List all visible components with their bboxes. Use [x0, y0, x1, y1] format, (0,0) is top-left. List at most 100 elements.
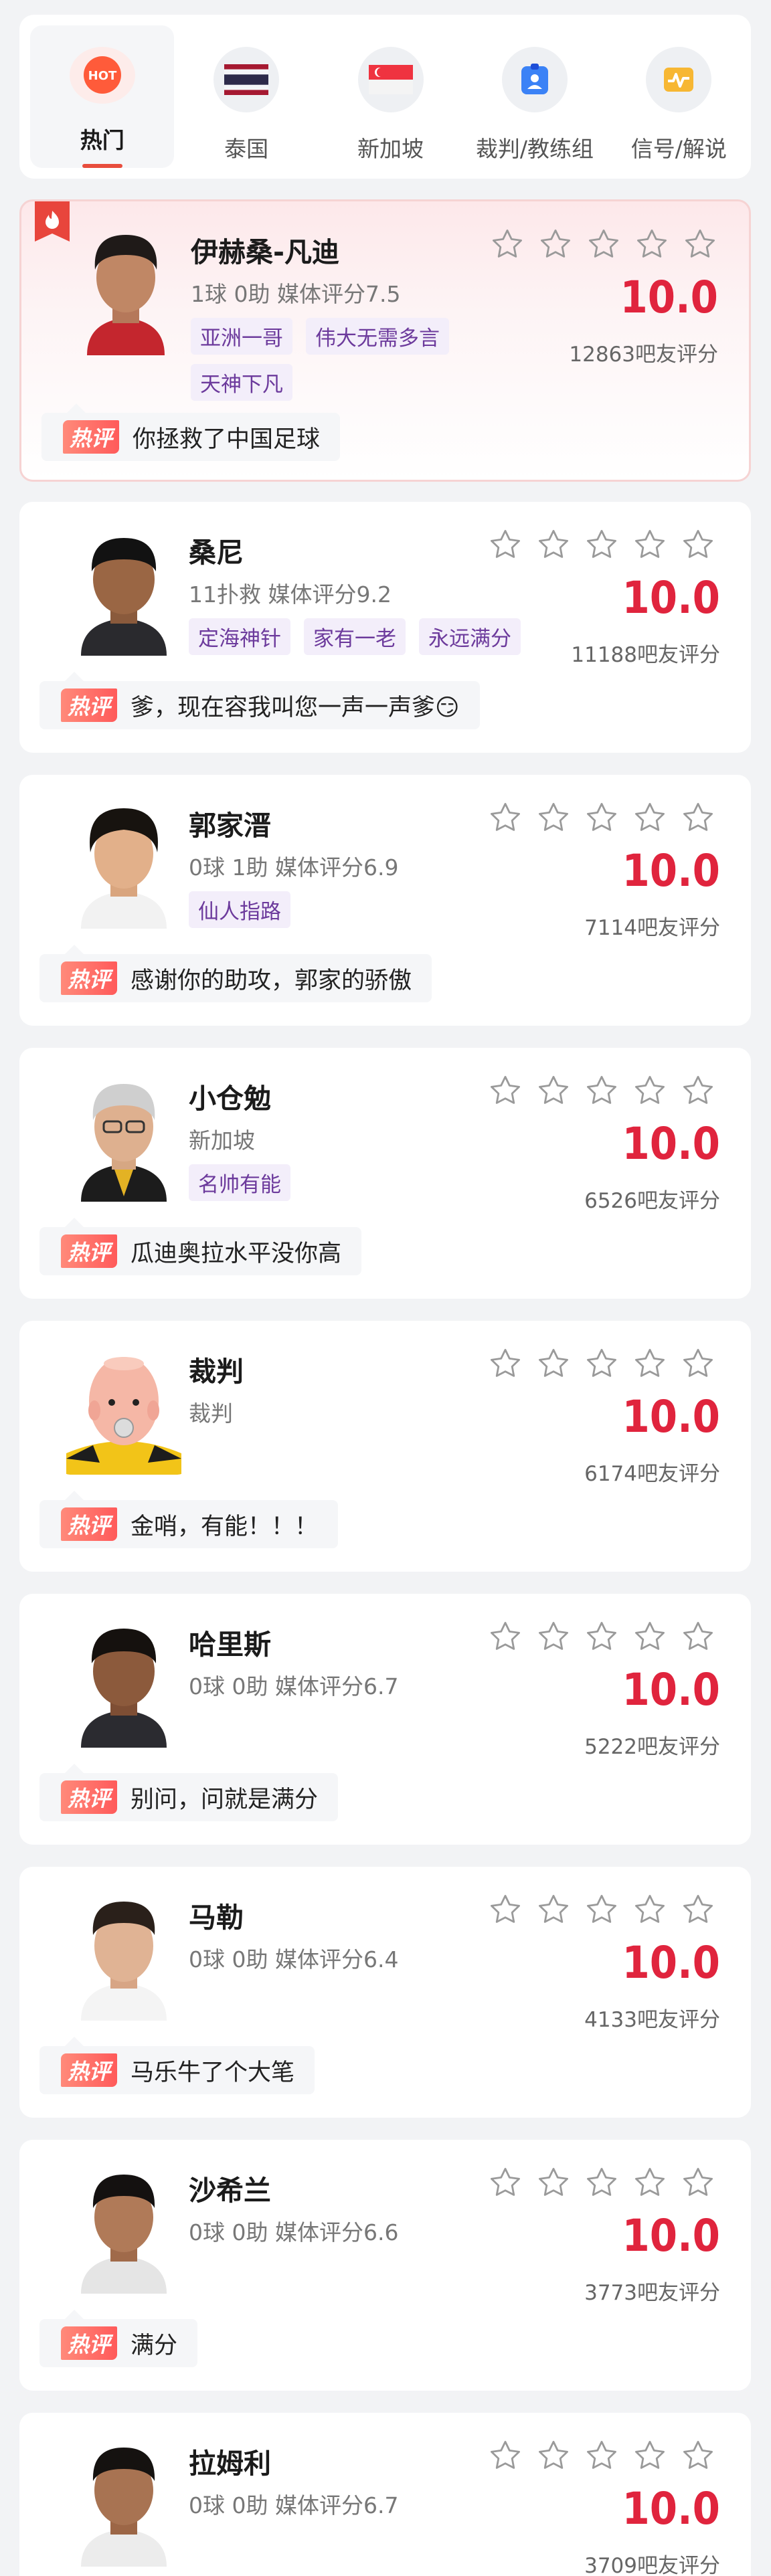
star-icon[interactable] — [488, 2165, 523, 2200]
star-icon[interactable] — [536, 1073, 571, 1108]
star-icon[interactable] — [488, 1073, 523, 1108]
referee-role: 裁判 — [189, 1400, 233, 1427]
star-icon[interactable] — [536, 1619, 571, 1654]
hot-comment-label: 热评 — [61, 2053, 118, 2087]
player-card[interactable]: 小仓勉 新加坡 名帅有能 10.0 6526吧友评分 热评 瓜迪奥拉水平没你高 — [19, 1048, 751, 1299]
star-icon[interactable] — [632, 1892, 667, 1927]
player-card[interactable]: 拉姆利 0球 0助 媒体评分6.7 10.0 3709吧友评分 — [19, 2413, 751, 2576]
star-icon[interactable] — [681, 2438, 715, 2473]
star-icon[interactable] — [584, 1073, 619, 1108]
signal-icon — [646, 47, 712, 112]
hot-comment[interactable]: 热评 金哨，有能！！！ — [39, 1491, 339, 1548]
star-icon[interactable] — [490, 227, 525, 262]
star-icon[interactable] — [632, 800, 667, 835]
hot-icon: HOT — [69, 47, 135, 104]
rating-stars[interactable] — [488, 1073, 715, 1108]
star-icon[interactable] — [681, 800, 715, 835]
rating-stars[interactable] — [488, 800, 715, 835]
voter-count: 6526吧友评分 — [584, 1189, 720, 1213]
star-icon[interactable] — [681, 1073, 715, 1108]
player-stats: 0球 0助 媒体评分6.6 — [189, 2219, 399, 2245]
star-icon[interactable] — [584, 2165, 619, 2200]
tab-thailand[interactable]: 泰国 — [174, 15, 318, 179]
rating-stars[interactable] — [488, 527, 715, 562]
star-icon[interactable] — [632, 527, 667, 562]
player-card[interactable]: 郭家溍 0球 1助 媒体评分6.9 仙人指路 10.0 7114吧友评分 热评 … — [19, 775, 751, 1026]
star-icon[interactable] — [584, 2438, 619, 2473]
hot-comment[interactable]: 热评 瓜迪奥拉水平没你高 — [39, 1218, 362, 1275]
star-icon[interactable] — [634, 227, 669, 262]
rating-stars[interactable] — [488, 2438, 715, 2473]
rating-stars[interactable] — [488, 2165, 715, 2200]
star-icon[interactable] — [683, 227, 717, 262]
star-icon[interactable] — [584, 800, 619, 835]
player-stats: 0球 0助 媒体评分6.7 — [189, 1673, 399, 1699]
player-card[interactable]: 伊赫桑-凡迪 1球 0助 媒体评分7.5 亚洲一哥 伟大无需多言 天神下凡 10… — [19, 199, 751, 482]
rating-stars[interactable] — [488, 1346, 715, 1381]
player-score: 10.0 — [622, 572, 720, 624]
hot-comment[interactable]: 热评 爹，现在容我叫您一声一声爹😏 — [39, 672, 480, 729]
player-avatar — [58, 522, 189, 656]
player-score: 10.0 — [622, 1391, 720, 1443]
referee-name: 裁判 — [189, 1356, 244, 1388]
star-icon[interactable] — [632, 1073, 667, 1108]
star-icon[interactable] — [538, 227, 573, 262]
referee-avatar — [58, 1341, 189, 1475]
star-icon[interactable] — [488, 1346, 523, 1381]
rating-stars[interactable] — [488, 1892, 715, 1927]
player-avatar — [58, 795, 189, 929]
star-icon[interactable] — [488, 2438, 523, 2473]
player-card[interactable]: 桑尼 11扑救 媒体评分9.2 定海神针 家有一老 永远满分 10.0 1118… — [19, 502, 751, 753]
player-tags: 定海神针 家有一老 永远满分 — [189, 618, 564, 655]
star-icon[interactable] — [536, 2165, 571, 2200]
star-icon[interactable] — [584, 1892, 619, 1927]
tab-signal-commentary[interactable]: 信号/解说 — [607, 15, 751, 179]
star-icon[interactable] — [536, 1346, 571, 1381]
rating-stars[interactable] — [488, 1619, 715, 1654]
star-icon[interactable] — [584, 1619, 619, 1654]
star-icon[interactable] — [632, 1619, 667, 1654]
rating-stars[interactable] — [490, 227, 717, 262]
star-icon[interactable] — [536, 527, 571, 562]
star-icon[interactable] — [632, 2165, 667, 2200]
star-icon[interactable] — [584, 1346, 619, 1381]
star-icon[interactable] — [536, 1892, 571, 1927]
player-card[interactable]: 马勒 0球 0助 媒体评分6.4 10.0 4133吧友评分 热评 马乐牛了个大… — [19, 1867, 751, 2118]
hot-comment-label: 热评 — [61, 1234, 118, 1268]
voter-count: 3773吧友评分 — [584, 2281, 720, 2305]
star-icon[interactable] — [536, 800, 571, 835]
player-name: 拉姆利 — [189, 2448, 271, 2480]
player-avatar — [58, 1614, 189, 1748]
star-icon[interactable] — [632, 2438, 667, 2473]
tab-singapore[interactable]: 新加坡 — [319, 15, 462, 179]
hot-comment[interactable]: 热评 马乐牛了个大笔 — [39, 2037, 315, 2094]
referee-badge-icon — [501, 47, 568, 112]
player-card[interactable]: 沙希兰 0球 0助 媒体评分6.6 10.0 3773吧友评分 热评 满分 — [19, 2140, 751, 2391]
star-icon[interactable] — [681, 1346, 715, 1381]
star-icon[interactable] — [586, 227, 621, 262]
player-name: 桑尼 — [189, 537, 244, 569]
player-score: 10.0 — [622, 1937, 720, 1989]
star-icon[interactable] — [536, 2438, 571, 2473]
hot-comment[interactable]: 热评 感谢你的助攻，郭家的骄傲 — [39, 945, 432, 1002]
voter-count: 6174吧友评分 — [584, 1462, 720, 1486]
star-icon[interactable] — [681, 1892, 715, 1927]
hot-comment[interactable]: 热评 别问，问就是满分 — [39, 1764, 339, 1821]
star-icon[interactable] — [681, 2165, 715, 2200]
player-card[interactable]: 裁判 裁判 10.0 6174吧友评分 热评 金哨，有能！！！ — [19, 1321, 751, 1572]
player-card[interactable]: 哈里斯 0球 0助 媒体评分6.7 10.0 5222吧友评分 热评 别问，问就… — [19, 1594, 751, 1845]
star-icon[interactable] — [632, 1346, 667, 1381]
hot-comment[interactable]: 热评 你拯救了中国足球 — [41, 403, 341, 461]
player-score: 10.0 — [622, 1664, 720, 1716]
star-icon[interactable] — [584, 527, 619, 562]
hot-comment[interactable]: 热评 满分 — [39, 2310, 198, 2367]
star-icon[interactable] — [488, 1619, 523, 1654]
tab-hot[interactable]: HOT 热门 — [30, 25, 175, 168]
star-icon[interactable] — [488, 800, 523, 835]
star-icon[interactable] — [488, 1892, 523, 1927]
tab-label: 裁判/教练组 — [475, 136, 594, 162]
star-icon[interactable] — [488, 527, 523, 562]
tab-referee-coaches[interactable]: 裁判/教练组 — [462, 15, 606, 179]
star-icon[interactable] — [681, 527, 715, 562]
star-icon[interactable] — [681, 1619, 715, 1654]
